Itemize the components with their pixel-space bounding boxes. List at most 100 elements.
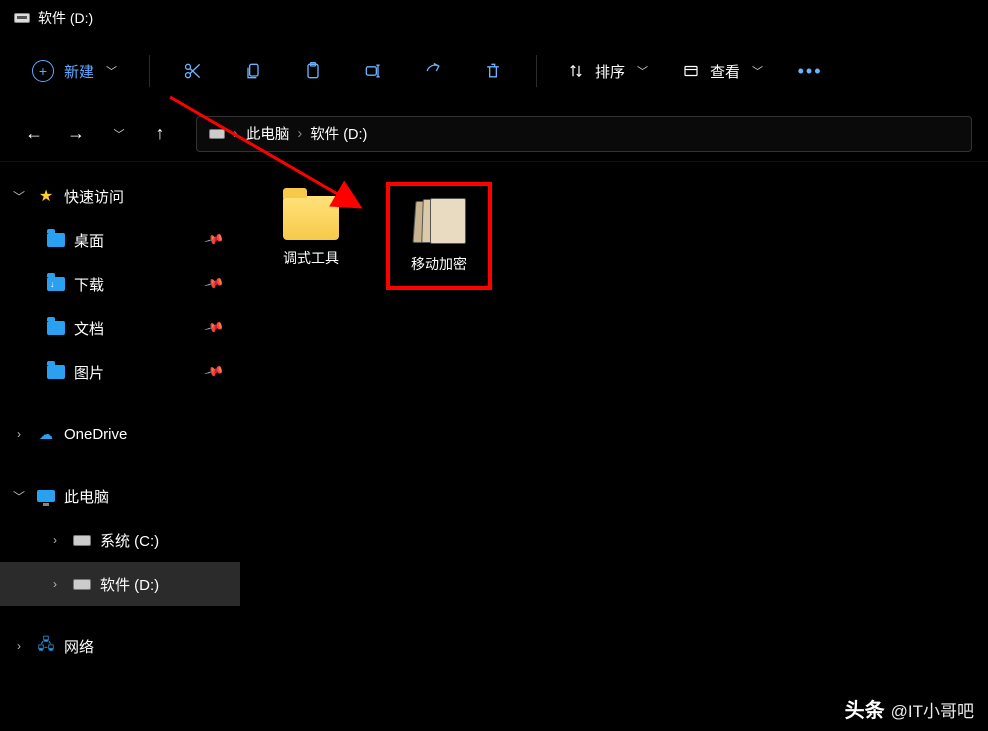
- paste-button[interactable]: [288, 46, 338, 96]
- sidebar-label: 软件 (D:): [100, 574, 159, 595]
- folder-icon: [283, 196, 339, 240]
- chevron-right-icon: ›: [10, 427, 28, 441]
- file-list[interactable]: 调式工具 移动加密: [240, 162, 988, 731]
- plus-icon: +: [32, 60, 54, 82]
- folder-icon: [47, 321, 65, 335]
- toolbar: + 新建 ﹀ 排序 ﹀ 查看 ﹀ •••: [0, 36, 988, 106]
- chevron-down-icon: ﹀: [10, 188, 28, 205]
- sidebar-this-pc[interactable]: ﹀ 此电脑: [0, 474, 240, 518]
- window-titlebar: 软件 (D:): [0, 0, 988, 36]
- watermark-handle: @IT小哥吧: [891, 697, 974, 722]
- pin-icon: 📌: [203, 273, 225, 295]
- sort-icon: [567, 62, 585, 80]
- pin-icon: 📌: [203, 317, 225, 339]
- chevron-right-icon: ›: [46, 577, 64, 591]
- network-icon: 🖧: [36, 638, 56, 654]
- chevron-right-icon: ›: [46, 533, 64, 547]
- new-button[interactable]: + 新建 ﹀: [18, 52, 131, 90]
- sidebar-label: 系统 (C:): [100, 530, 159, 551]
- folder-icon: [47, 365, 65, 379]
- view-label: 查看: [710, 61, 740, 82]
- clipboard-icon: [303, 61, 323, 81]
- trash-icon: [483, 61, 503, 81]
- copy-icon: [243, 61, 263, 81]
- separator: [149, 55, 150, 87]
- address-bar[interactable]: › 此电脑 › 软件 (D:): [196, 116, 972, 152]
- up-button[interactable]: ↑: [142, 116, 178, 152]
- watermark-prefix: 头条: [845, 694, 885, 723]
- folder-item-encrypted[interactable]: 移动加密: [394, 190, 484, 282]
- spacer: [0, 606, 240, 624]
- copy-button[interactable]: [228, 46, 278, 96]
- forward-button[interactable]: →: [58, 116, 94, 152]
- sidebar-drive-c[interactable]: › 系统 (C:): [0, 518, 240, 562]
- breadcrumb-root[interactable]: 此电脑: [246, 123, 290, 144]
- sidebar: ﹀ ★ 快速访问 桌面 📌 ↓ 下载 📌 文档 📌 图片 📌 › ☁: [0, 162, 240, 731]
- file-label: 调式工具: [283, 248, 339, 268]
- sidebar-network[interactable]: › 🖧 网络: [0, 624, 240, 668]
- chevron-down-icon: ﹀: [637, 63, 648, 79]
- sidebar-label: 下载: [74, 274, 104, 295]
- highlighted-item: 移动加密: [386, 182, 492, 290]
- separator: [536, 55, 537, 87]
- sidebar-downloads[interactable]: ↓ 下载 📌: [0, 262, 240, 306]
- window-title: 软件 (D:): [38, 8, 93, 28]
- sidebar-label: 网络: [64, 636, 94, 657]
- recent-button[interactable]: ﹀: [100, 116, 136, 152]
- chevron-down-icon: ﹀: [10, 488, 28, 505]
- rename-icon: [363, 61, 383, 81]
- view-button[interactable]: 查看 ﹀: [670, 53, 775, 90]
- folder-icon: [47, 233, 65, 247]
- more-button[interactable]: •••: [785, 46, 835, 96]
- chevron-down-icon: ﹀: [752, 63, 763, 79]
- sort-button[interactable]: 排序 ﹀: [555, 53, 660, 90]
- chevron-right-icon: ›: [10, 639, 28, 653]
- folder-item[interactable]: 调式工具: [266, 182, 356, 276]
- main-area: ﹀ ★ 快速访问 桌面 📌 ↓ 下载 📌 文档 📌 图片 📌 › ☁: [0, 162, 988, 731]
- scissors-icon: [183, 61, 203, 81]
- back-button[interactable]: ←: [16, 116, 52, 152]
- sidebar-label: 桌面: [74, 230, 104, 251]
- file-label: 移动加密: [411, 254, 467, 274]
- encrypted-folder-icon: [410, 198, 468, 246]
- folder-icon: ↓: [47, 277, 65, 291]
- sidebar-onedrive[interactable]: › ☁ OneDrive: [0, 412, 240, 456]
- drive-icon: [73, 579, 91, 590]
- chevron-right-icon: ›: [233, 126, 238, 142]
- spacer: [0, 394, 240, 412]
- chevron-down-icon: ﹀: [106, 63, 117, 79]
- monitor-icon: [37, 490, 55, 502]
- navigation-bar: ← → ﹀ ↑ › 此电脑 › 软件 (D:): [0, 106, 988, 162]
- sidebar-documents[interactable]: 文档 📌: [0, 306, 240, 350]
- share-button[interactable]: [408, 46, 458, 96]
- cut-button[interactable]: [168, 46, 218, 96]
- delete-button[interactable]: [468, 46, 518, 96]
- chevron-right-icon: ›: [297, 126, 302, 142]
- sort-label: 排序: [595, 61, 625, 82]
- sidebar-drive-d[interactable]: › 软件 (D:): [0, 562, 240, 606]
- drive-icon: [209, 129, 225, 139]
- sidebar-label: OneDrive: [64, 426, 127, 443]
- rename-button[interactable]: [348, 46, 398, 96]
- sidebar-pictures[interactable]: 图片 📌: [0, 350, 240, 394]
- sidebar-label: 图片: [74, 362, 104, 383]
- pin-icon: 📌: [203, 229, 225, 251]
- sidebar-label: 快速访问: [64, 186, 124, 207]
- sidebar-label: 此电脑: [64, 486, 109, 507]
- share-icon: [423, 61, 443, 81]
- drive-icon: [14, 13, 30, 23]
- star-icon: ★: [36, 188, 56, 204]
- drive-icon: [73, 535, 91, 546]
- dots-icon: •••: [798, 61, 823, 82]
- cloud-icon: ☁: [36, 426, 56, 442]
- new-button-label: 新建: [64, 61, 94, 82]
- spacer: [0, 456, 240, 474]
- sidebar-desktop[interactable]: 桌面 📌: [0, 218, 240, 262]
- watermark: 头条 @IT小哥吧: [845, 694, 974, 723]
- sidebar-label: 文档: [74, 318, 104, 339]
- chevron-down-icon: ﹀: [114, 126, 125, 142]
- breadcrumb-current[interactable]: 软件 (D:): [310, 123, 367, 144]
- pin-icon: 📌: [203, 361, 225, 383]
- sidebar-quick-access[interactable]: ﹀ ★ 快速访问: [0, 174, 240, 218]
- view-icon: [682, 62, 700, 80]
